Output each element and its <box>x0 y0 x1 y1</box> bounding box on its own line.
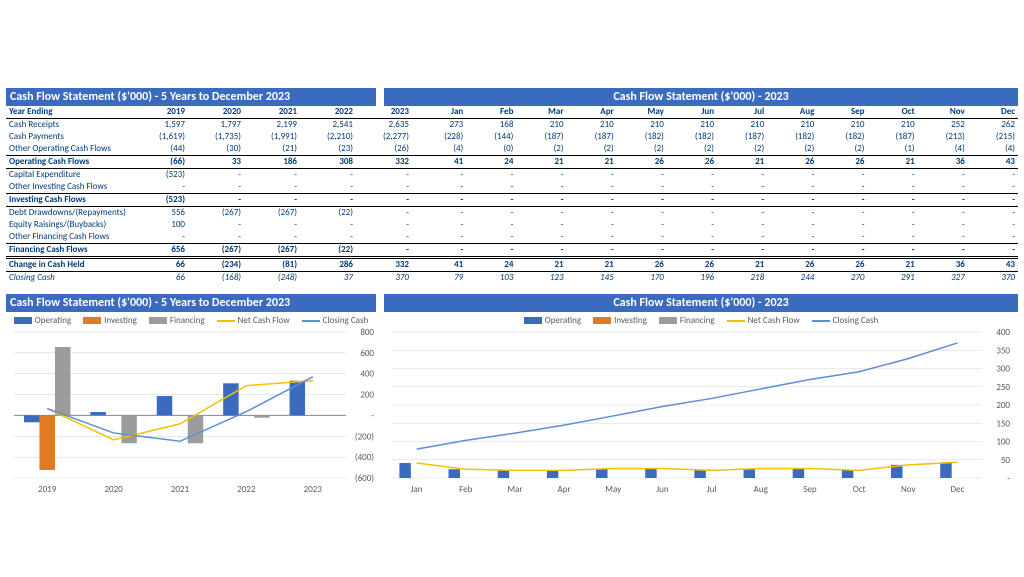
svg-text:Dec: Dec <box>951 484 965 495</box>
legend-monthly: OperatingInvestingFinancingNet Cash Flow… <box>384 315 1018 326</box>
svg-text:Jan: Jan <box>411 484 423 495</box>
svg-text:Nov: Nov <box>901 484 916 495</box>
svg-text:(200): (200) <box>355 431 374 442</box>
svg-text:400: 400 <box>996 328 1010 338</box>
svg-text:Jul: Jul <box>707 484 717 495</box>
title-yearly-table: Cash Flow Statement ($'000) - 5 Years to… <box>6 88 376 106</box>
svg-text:100: 100 <box>996 437 1010 448</box>
svg-text:50: 50 <box>1001 455 1011 466</box>
svg-text:Sep: Sep <box>803 484 817 495</box>
svg-text:300: 300 <box>996 364 1010 375</box>
svg-text:2020: 2020 <box>104 484 123 495</box>
svg-text:200: 200 <box>996 400 1010 411</box>
svg-text:800: 800 <box>360 328 374 338</box>
svg-text:2023: 2023 <box>304 484 323 495</box>
svg-text:Apr: Apr <box>558 484 571 495</box>
monthly-table: JanFebMarAprMayJunJulAugSepOctNovDec2731… <box>384 106 1018 284</box>
svg-text:Mar: Mar <box>507 484 522 495</box>
svg-text:2019: 2019 <box>38 484 57 495</box>
monthly-chart: - 50 100 150 200 250 300 350 400 Jan Feb Mar Apr May J… <box>384 328 1012 496</box>
svg-text:Jun: Jun <box>656 484 669 495</box>
yearly-table: Year Ending 20192020202120222023 Cash Re… <box>6 106 412 284</box>
svg-text:200: 200 <box>360 390 374 401</box>
svg-text:(600): (600) <box>355 473 374 484</box>
yearly-chart: (600) (400) (200) - 200 400 600 800 2019 2020 2021… <box>6 328 376 496</box>
svg-text:150: 150 <box>996 418 1010 429</box>
svg-text:Feb: Feb <box>459 484 472 495</box>
svg-text:-: - <box>1007 473 1010 484</box>
svg-text:-: - <box>371 410 374 421</box>
svg-text:600: 600 <box>360 348 374 359</box>
svg-text:May: May <box>605 484 622 495</box>
svg-text:250: 250 <box>996 382 1010 393</box>
svg-text:Oct: Oct <box>853 484 866 495</box>
row-year-ending: Year Ending <box>6 106 132 119</box>
svg-text:400: 400 <box>360 369 374 380</box>
title-monthly-chart: Cash Flow Statement ($'000) - 2023 <box>384 294 1018 312</box>
legend-yearly: OperatingInvestingFinancingNet Cash Flow… <box>6 315 376 326</box>
title-monthly-table: Cash Flow Statement ($'000) - 2023 <box>384 88 1018 106</box>
title-yearly-chart: Cash Flow Statement ($'000) - 5 Years to… <box>6 294 376 312</box>
svg-text:Aug: Aug <box>754 484 769 495</box>
svg-text:2021: 2021 <box>171 484 190 495</box>
svg-text:2022: 2022 <box>237 484 256 495</box>
svg-text:(400): (400) <box>355 452 374 463</box>
svg-text:350: 350 <box>996 345 1010 356</box>
